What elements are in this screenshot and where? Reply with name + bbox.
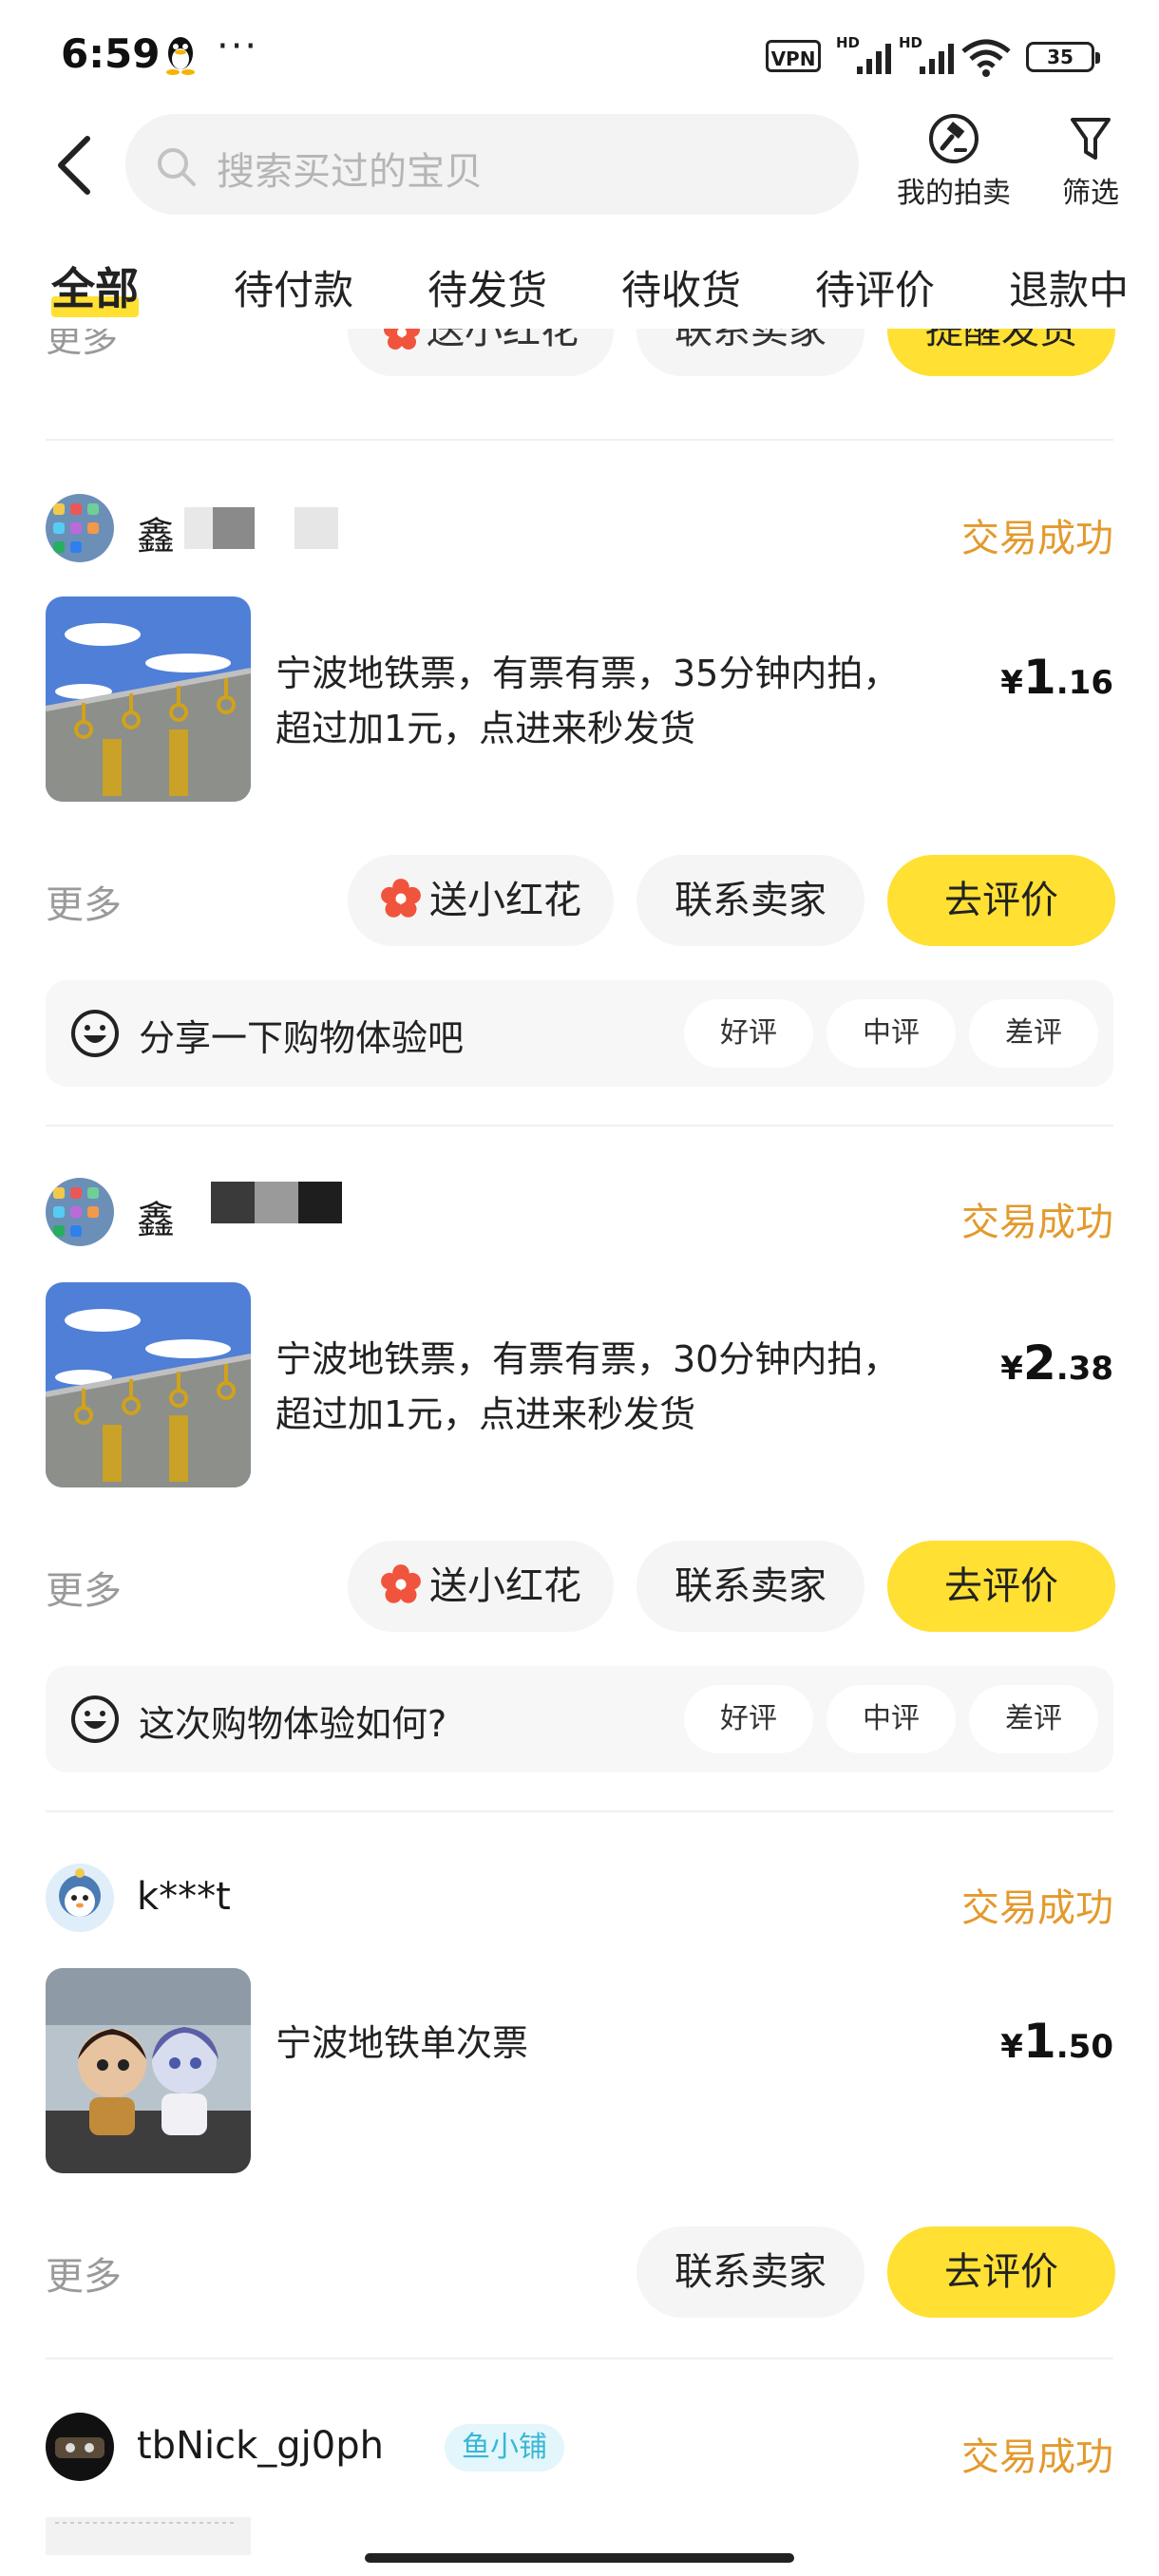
- redacted-block: [294, 507, 338, 549]
- flower-icon: [384, 329, 420, 350]
- shop-badge: 鱼小铺: [445, 2424, 564, 2472]
- filter-funnel-icon: [1071, 118, 1111, 160]
- flower-icon: [381, 1564, 421, 1603]
- signal-1-icon: HD: [836, 34, 902, 78]
- divider: [46, 1810, 1113, 1812]
- previous-order-actions: 更多 送小红花 联系卖家 提醒发货: [0, 329, 1159, 395]
- send-flower-button[interactable]: 送小红花: [348, 329, 614, 376]
- divider: [46, 1125, 1113, 1127]
- divider: [46, 439, 1113, 441]
- battery-icon: 35: [1026, 42, 1100, 72]
- filter-label: 筛选: [1062, 177, 1119, 210]
- quick-review-bar: 这次购物体验如何? 好评 中评 差评: [46, 1666, 1113, 1772]
- tab-to-pay[interactable]: 待付款: [234, 258, 353, 316]
- shop-avatar: [46, 494, 114, 562]
- redacted-block: [255, 1182, 298, 1223]
- tab-refunding[interactable]: 退款中: [1009, 258, 1129, 316]
- more-link[interactable]: 更多: [46, 329, 118, 362]
- send-flower-button[interactable]: 送小红花: [348, 1541, 614, 1632]
- good-review-button[interactable]: 好评: [684, 999, 813, 1068]
- remind-shipping-button[interactable]: 提醒发货: [887, 329, 1115, 376]
- redacted-block: [298, 1182, 342, 1223]
- product-title[interactable]: 宁波地铁单次票: [276, 2016, 960, 2071]
- shop-name: 鑫: [137, 515, 175, 559]
- product-image[interactable]: [46, 2517, 251, 2555]
- write-review-button[interactable]: 去评价: [887, 1541, 1115, 1632]
- shop-avatar: [46, 2413, 114, 2481]
- neutral-review-button[interactable]: 中评: [826, 1685, 956, 1753]
- shop-avatar: [46, 1178, 114, 1246]
- shop-name: tbNick_gj0ph: [137, 2424, 384, 2468]
- more-notifications-icon: ···: [217, 25, 259, 68]
- qq-penguin-icon: [166, 37, 195, 75]
- quick-review-bar: 分享一下购物体验吧 好评 中评 差评: [46, 980, 1113, 1087]
- shop-name: k***t: [137, 1875, 231, 1919]
- product-title[interactable]: 宁波地铁票，有票有票，35分钟内拍， 超过加1元，点进来秒发货: [276, 646, 960, 756]
- more-link[interactable]: 更多: [46, 2245, 122, 2301]
- shop-name: 鑫: [137, 1199, 175, 1242]
- order-status: 交易成功: [961, 2435, 1113, 2479]
- filter-button[interactable]: 筛选: [1053, 112, 1129, 211]
- contact-seller-button[interactable]: 联系卖家: [636, 329, 864, 376]
- status-bar: 6:59 ··· VPN HD HD 35: [0, 0, 1159, 114]
- bad-review-button[interactable]: 差评: [969, 999, 1098, 1068]
- redacted-block: [184, 507, 213, 549]
- bad-review-button[interactable]: 差评: [969, 1685, 1098, 1753]
- auction-gavel-icon: [929, 114, 978, 163]
- order-status: 交易成功: [961, 517, 1113, 560]
- tab-to-ship[interactable]: 待发货: [428, 258, 547, 316]
- shop-avatar: [46, 1864, 114, 1932]
- product-image[interactable]: [46, 1282, 251, 1487]
- write-review-button[interactable]: 去评价: [887, 2226, 1115, 2318]
- home-indicator[interactable]: [365, 2553, 794, 2563]
- good-review-button[interactable]: 好评: [684, 1685, 813, 1753]
- order-status: 交易成功: [961, 1201, 1113, 1244]
- send-flower-button[interactable]: 送小红花: [348, 855, 614, 946]
- neutral-review-button[interactable]: 中评: [826, 999, 956, 1068]
- review-prompt: 分享一下购物体验吧: [139, 1017, 465, 1059]
- redacted-block: [211, 1182, 255, 1223]
- smile-face-icon: [71, 1695, 119, 1743]
- product-image[interactable]: [46, 597, 251, 802]
- order-tabs: 全部 待付款 待发货 待收货 待评价 退款中: [0, 243, 1159, 329]
- product-price: ¥2.38: [1000, 1335, 1113, 1391]
- more-link[interactable]: 更多: [46, 874, 122, 929]
- contact-seller-button[interactable]: 联系卖家: [636, 2226, 864, 2318]
- write-review-button[interactable]: 去评价: [887, 855, 1115, 946]
- tab-to-receive[interactable]: 待收货: [621, 258, 741, 316]
- product-price: ¥1.16: [1000, 650, 1113, 705]
- back-arrow-icon[interactable]: [46, 129, 103, 201]
- my-auction-label: 我的拍卖: [897, 177, 1011, 210]
- more-link[interactable]: 更多: [46, 1560, 122, 1615]
- divider: [46, 2358, 1113, 2359]
- smile-face-icon: [71, 1010, 119, 1057]
- redacted-block: [213, 507, 255, 549]
- contact-seller-button[interactable]: 联系卖家: [636, 855, 864, 946]
- my-auction-button[interactable]: 我的拍卖: [897, 112, 1011, 211]
- vpn-icon: VPN: [766, 40, 821, 72]
- search-icon: [158, 148, 196, 186]
- product-title[interactable]: 宁波地铁票，有票有票，30分钟内拍， 超过加1元，点进来秒发货: [276, 1332, 960, 1442]
- wifi-icon: [961, 39, 1011, 77]
- product-image[interactable]: [46, 1968, 251, 2173]
- search-input[interactable]: 搜索买过的宝贝: [125, 114, 859, 215]
- signal-2-icon: HD: [899, 34, 965, 78]
- flower-icon: [381, 879, 421, 918]
- tab-to-review[interactable]: 待评价: [815, 258, 935, 316]
- status-time: 6:59: [61, 30, 161, 77]
- contact-seller-button[interactable]: 联系卖家: [636, 1541, 864, 1632]
- review-prompt: 这次购物体验如何?: [139, 1703, 447, 1745]
- tab-all[interactable]: 全部: [51, 255, 139, 317]
- order-status: 交易成功: [961, 1886, 1113, 1930]
- search-placeholder: 搜索买过的宝贝: [217, 150, 483, 194]
- product-price: ¥1.50: [1000, 2014, 1113, 2069]
